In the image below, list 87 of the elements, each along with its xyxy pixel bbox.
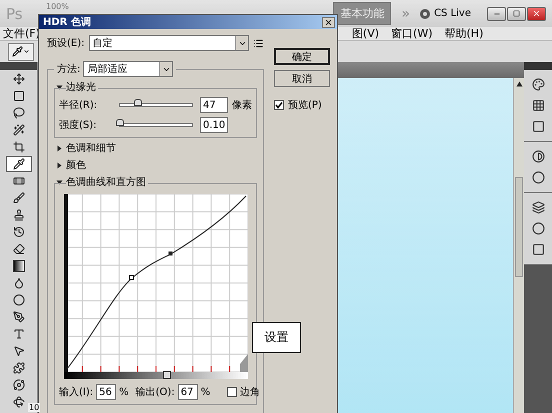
annotation-callout: 设置 bbox=[252, 322, 301, 353]
close-button[interactable] bbox=[527, 6, 546, 20]
tool-button[interactable] bbox=[6, 156, 32, 172]
value-field[interactable]: 47 bbox=[200, 97, 228, 113]
panel-header-bar bbox=[524, 62, 552, 70]
input-label: 输入(I): bbox=[59, 386, 94, 399]
pipette-icon bbox=[12, 158, 24, 170]
square-icon[interactable] bbox=[532, 120, 544, 133]
stamp-icon bbox=[12, 209, 24, 221]
wand-icon bbox=[12, 124, 24, 136]
app-logo: Ps bbox=[6, 4, 24, 22]
pen-icon bbox=[12, 311, 24, 323]
maximize-icon bbox=[513, 10, 520, 17]
collapsed-triangle-icon[interactable] bbox=[56, 144, 63, 152]
expanded-triangle-icon[interactable] bbox=[56, 84, 63, 90]
gradient-icon bbox=[12, 260, 24, 272]
check-icon bbox=[275, 101, 283, 109]
method-select[interactable]: 局部适应 bbox=[83, 61, 174, 77]
preview-checkbox[interactable] bbox=[274, 100, 284, 110]
dialog-button[interactable]: 取消 bbox=[274, 70, 330, 87]
cs-live-button[interactable]: CS Live bbox=[420, 8, 471, 19]
pointer-icon bbox=[12, 345, 24, 357]
dialog-close-button[interactable] bbox=[322, 16, 335, 28]
slider-label: 强度(S): bbox=[59, 118, 98, 132]
dialog-title: HDR 色调 bbox=[43, 16, 91, 29]
list-menu-icon[interactable] bbox=[253, 38, 264, 48]
minimize-button[interactable] bbox=[487, 6, 506, 20]
circle-icon[interactable] bbox=[532, 171, 544, 184]
dialog-button[interactable]: 确定 bbox=[274, 48, 330, 65]
collapsed-triangle-icon[interactable] bbox=[56, 162, 63, 168]
preset-label: 预设(E): bbox=[47, 37, 84, 50]
close-icon bbox=[532, 9, 541, 18]
percent-label: % bbox=[119, 386, 129, 398]
menu-item[interactable]: 图(V) bbox=[352, 26, 380, 41]
corner-checkbox[interactable] bbox=[227, 387, 238, 397]
preview-label: 预览(P) bbox=[288, 99, 322, 112]
circle-icon bbox=[12, 294, 24, 306]
output-label: 输出(O): bbox=[136, 386, 175, 399]
scroll-up-arrow-icon[interactable] bbox=[516, 81, 522, 87]
ring-icon bbox=[420, 8, 430, 18]
puzzle-icon bbox=[12, 362, 24, 374]
eraser-icon bbox=[12, 243, 24, 255]
menu-item[interactable]: 窗口(W) bbox=[391, 26, 432, 41]
layers-icon[interactable] bbox=[532, 201, 544, 214]
caret-icon bbox=[23, 48, 30, 55]
crop-icon bbox=[12, 141, 24, 153]
section-header[interactable]: 色调曲线和直方图 bbox=[66, 175, 148, 189]
square-icon[interactable] bbox=[532, 243, 544, 256]
lasso-icon bbox=[12, 107, 24, 119]
corner-label: 边角 bbox=[240, 386, 260, 399]
bandage-icon bbox=[12, 175, 24, 187]
maximize-button[interactable] bbox=[507, 6, 526, 20]
output-field[interactable]: 67 bbox=[178, 384, 198, 400]
slider-thumb[interactable] bbox=[134, 99, 142, 106]
palette-icon[interactable] bbox=[532, 78, 544, 91]
zoom-field[interactable]: 10 bbox=[28, 403, 40, 412]
contrast-icon[interactable] bbox=[532, 150, 544, 163]
section-header[interactable]: 颜色 bbox=[66, 158, 88, 172]
slider-thumb[interactable] bbox=[116, 119, 124, 126]
rotate-icon bbox=[12, 396, 24, 408]
panel-header-bar bbox=[0, 62, 37, 70]
preset-select[interactable]: 自定 bbox=[88, 35, 250, 51]
circle-icon[interactable] bbox=[532, 222, 544, 235]
scrollbar-thumb[interactable] bbox=[515, 177, 523, 277]
unit-label: 像素 bbox=[232, 98, 252, 112]
tone-curve-graph[interactable] bbox=[64, 194, 248, 372]
gradient-marker[interactable] bbox=[163, 371, 172, 379]
brush-icon bbox=[12, 192, 24, 204]
close-icon bbox=[324, 18, 333, 26]
square-icon bbox=[12, 90, 24, 102]
orbit-icon bbox=[12, 379, 24, 391]
value-field[interactable]: 0.10 bbox=[200, 117, 228, 133]
expanded-triangle-icon[interactable] bbox=[56, 178, 63, 186]
section-header[interactable]: 色调和细节 bbox=[66, 141, 118, 155]
pipette-tool-preset[interactable] bbox=[8, 42, 34, 60]
history-icon bbox=[12, 226, 24, 238]
percent-label: % bbox=[200, 386, 210, 398]
grid-icon[interactable] bbox=[532, 99, 544, 112]
input-field[interactable]: 56 bbox=[96, 384, 116, 400]
menu-item[interactable]: 帮助(H) bbox=[444, 26, 484, 41]
droplet-icon bbox=[12, 277, 24, 289]
move-icon bbox=[12, 73, 24, 85]
method-label: 方法: bbox=[57, 62, 80, 76]
section-header[interactable]: 边缘光 bbox=[66, 80, 98, 94]
type-icon bbox=[12, 328, 24, 340]
slider-label: 半径(R): bbox=[59, 98, 98, 112]
pipette-icon bbox=[12, 46, 23, 57]
